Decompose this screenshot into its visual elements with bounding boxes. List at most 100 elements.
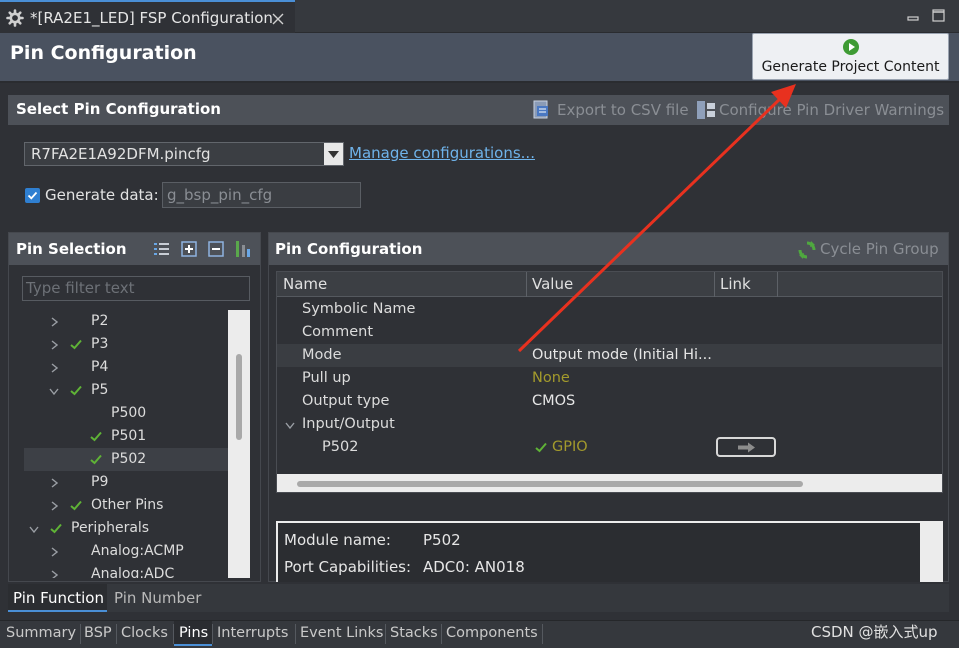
tree-item-p5[interactable]: P5	[24, 379, 228, 402]
tab-components[interactable]: Components	[446, 622, 538, 646]
pin-details-panel: Module name: P502 Port Capabilities: ADC…	[276, 521, 922, 582]
tree-item-label: Analog:ADC	[91, 566, 175, 578]
tree-item-label: Other Pins	[91, 497, 164, 513]
table-row[interactable]: Comment	[277, 321, 942, 344]
close-icon[interactable]	[272, 13, 284, 25]
row-value[interactable]: Output mode (Initial Hi...	[532, 344, 712, 367]
filter-pins-icon[interactable]	[234, 240, 252, 258]
editor-tab[interactable]: *[RA2E1_LED] FSP Configuration	[0, 0, 295, 33]
table-hscrollbar[interactable]	[277, 474, 942, 492]
tree-item-other-pins[interactable]: Other Pins	[24, 494, 228, 517]
tab-bsp[interactable]: BSP	[84, 622, 112, 646]
row-value[interactable]: None	[532, 367, 570, 390]
chevron-right-icon[interactable]	[51, 501, 58, 511]
generate-data-label: Generate data:	[45, 186, 159, 204]
chevron-right-icon[interactable]	[51, 478, 58, 488]
tree-item-p4[interactable]: P4	[24, 356, 228, 379]
details-scrollbar[interactable]	[922, 521, 943, 582]
dropdown-arrow[interactable]	[324, 143, 343, 165]
play-icon	[843, 39, 859, 55]
row-name: Input/Output	[302, 416, 395, 432]
pin-filter-input[interactable]: Type filter text	[22, 276, 250, 301]
pin-tree-scrollbar[interactable]	[228, 310, 250, 578]
chevron-right-icon[interactable]	[51, 570, 58, 578]
tree-item-p500[interactable]: P500	[24, 402, 228, 425]
tree-item-p3[interactable]: P3	[24, 333, 228, 356]
tree-item-p9[interactable]: P9	[24, 471, 228, 494]
scrollbar-thumb[interactable]	[297, 481, 803, 487]
table-row[interactable]: Symbolic Name	[277, 298, 942, 321]
column-name[interactable]: Name	[283, 275, 327, 293]
table-header: Name Value Link	[277, 272, 942, 297]
row-name: Comment	[302, 324, 374, 340]
scrollbar-thumb[interactable]	[236, 354, 242, 440]
chevron-right-icon[interactable]	[51, 317, 58, 327]
pin-configuration-header: Pin Configuration Cycle Pin Group	[269, 233, 948, 265]
tree-item-label: Analog:ACMP	[91, 543, 184, 559]
tree-item-label: P2	[91, 313, 109, 329]
expand-all-icon[interactable]	[181, 241, 197, 257]
table-row[interactable]: Pull up None	[277, 367, 942, 390]
pin-config-dropdown[interactable]: R7FA2E1A92DFM.pincfg	[24, 142, 344, 166]
tree-item-label: Peripherals	[71, 520, 150, 536]
chevron-right-icon[interactable]	[51, 340, 58, 350]
tree-item-p501[interactable]: P501	[24, 425, 228, 448]
link-button[interactable]	[716, 437, 776, 457]
tree-item-label: P5	[91, 382, 109, 398]
chevron-down-icon[interactable]	[29, 526, 39, 533]
tab-pins[interactable]: Pins	[179, 622, 208, 646]
page-title: Pin Configuration	[10, 42, 197, 64]
chevron-down-icon[interactable]	[285, 422, 295, 429]
maximize-icon[interactable]	[932, 9, 945, 22]
config-table: Name Value Link Symbolic Name Comment Mo…	[276, 271, 943, 493]
generate-project-content-button[interactable]: Generate Project Content	[752, 33, 949, 80]
tree-item-label: P4	[91, 359, 109, 375]
check-icon	[90, 454, 102, 465]
pin-configuration-title: Pin Configuration	[275, 240, 423, 258]
tree-item-p2[interactable]: P2	[24, 310, 228, 333]
cycle-pin-group-button[interactable]: Cycle Pin Group	[820, 240, 939, 258]
table-row[interactable]: Mode Output mode (Initial Hi...	[277, 344, 942, 367]
watermark: CSDN @嵌入式up	[811, 623, 938, 641]
minimize-icon[interactable]	[907, 11, 919, 21]
check-icon	[535, 442, 547, 453]
list-view-icon[interactable]	[154, 242, 170, 256]
row-name: Symbolic Name	[302, 301, 416, 317]
select-pin-config-header: Select Pin Configuration Export to CSV f…	[8, 95, 949, 125]
manage-configurations-link[interactable]: Manage configurations...	[349, 144, 535, 162]
tree-item-label: P500	[111, 405, 147, 421]
tab-interrupts[interactable]: Interrupts	[217, 622, 288, 646]
configure-warnings-button[interactable]: Configure Pin Driver Warnings	[719, 101, 944, 119]
row-value[interactable]: GPIO	[552, 436, 588, 459]
tab-event-links[interactable]: Event Links	[300, 622, 383, 646]
tab-pin-function[interactable]: Pin Function	[8, 584, 107, 612]
tree-item-p502[interactable]: P502	[24, 448, 228, 471]
column-value[interactable]: Value	[532, 275, 573, 293]
tree-item-analog-acmp[interactable]: Analog:ACMP	[24, 540, 228, 563]
row-value[interactable]: CMOS	[532, 390, 575, 413]
tree-item-label: P501	[111, 428, 147, 444]
chevron-right-icon[interactable]	[51, 363, 58, 373]
gear-icon	[6, 9, 24, 27]
chevron-down-icon[interactable]	[49, 388, 59, 395]
table-row[interactable]: Input/Output	[277, 413, 942, 436]
column-link[interactable]: Link	[720, 275, 751, 293]
check-icon	[90, 431, 102, 442]
module-name-value: P502	[423, 531, 461, 549]
tab-clocks[interactable]: Clocks	[121, 622, 168, 646]
section-title: Select Pin Configuration	[16, 100, 221, 118]
export-csv-button[interactable]: Export to CSV file	[557, 101, 689, 119]
checkmark-icon	[27, 191, 38, 200]
tree-item-peripherals[interactable]: Peripherals	[24, 517, 228, 540]
table-row[interactable]: Output type CMOS	[277, 390, 942, 413]
table-row[interactable]: P502 GPIO	[277, 436, 942, 459]
tree-item-analog-adc[interactable]: Analog:ADC	[24, 563, 228, 578]
generate-data-input[interactable]: g_bsp_pin_cfg	[162, 182, 361, 208]
tab-summary[interactable]: Summary	[6, 622, 76, 646]
collapse-all-icon[interactable]	[208, 241, 224, 257]
tab-pin-number[interactable]: Pin Number	[108, 584, 210, 612]
tab-stacks[interactable]: Stacks	[390, 622, 438, 646]
generate-data-checkbox[interactable]	[25, 188, 40, 203]
check-icon	[70, 385, 82, 396]
chevron-right-icon[interactable]	[51, 547, 58, 557]
